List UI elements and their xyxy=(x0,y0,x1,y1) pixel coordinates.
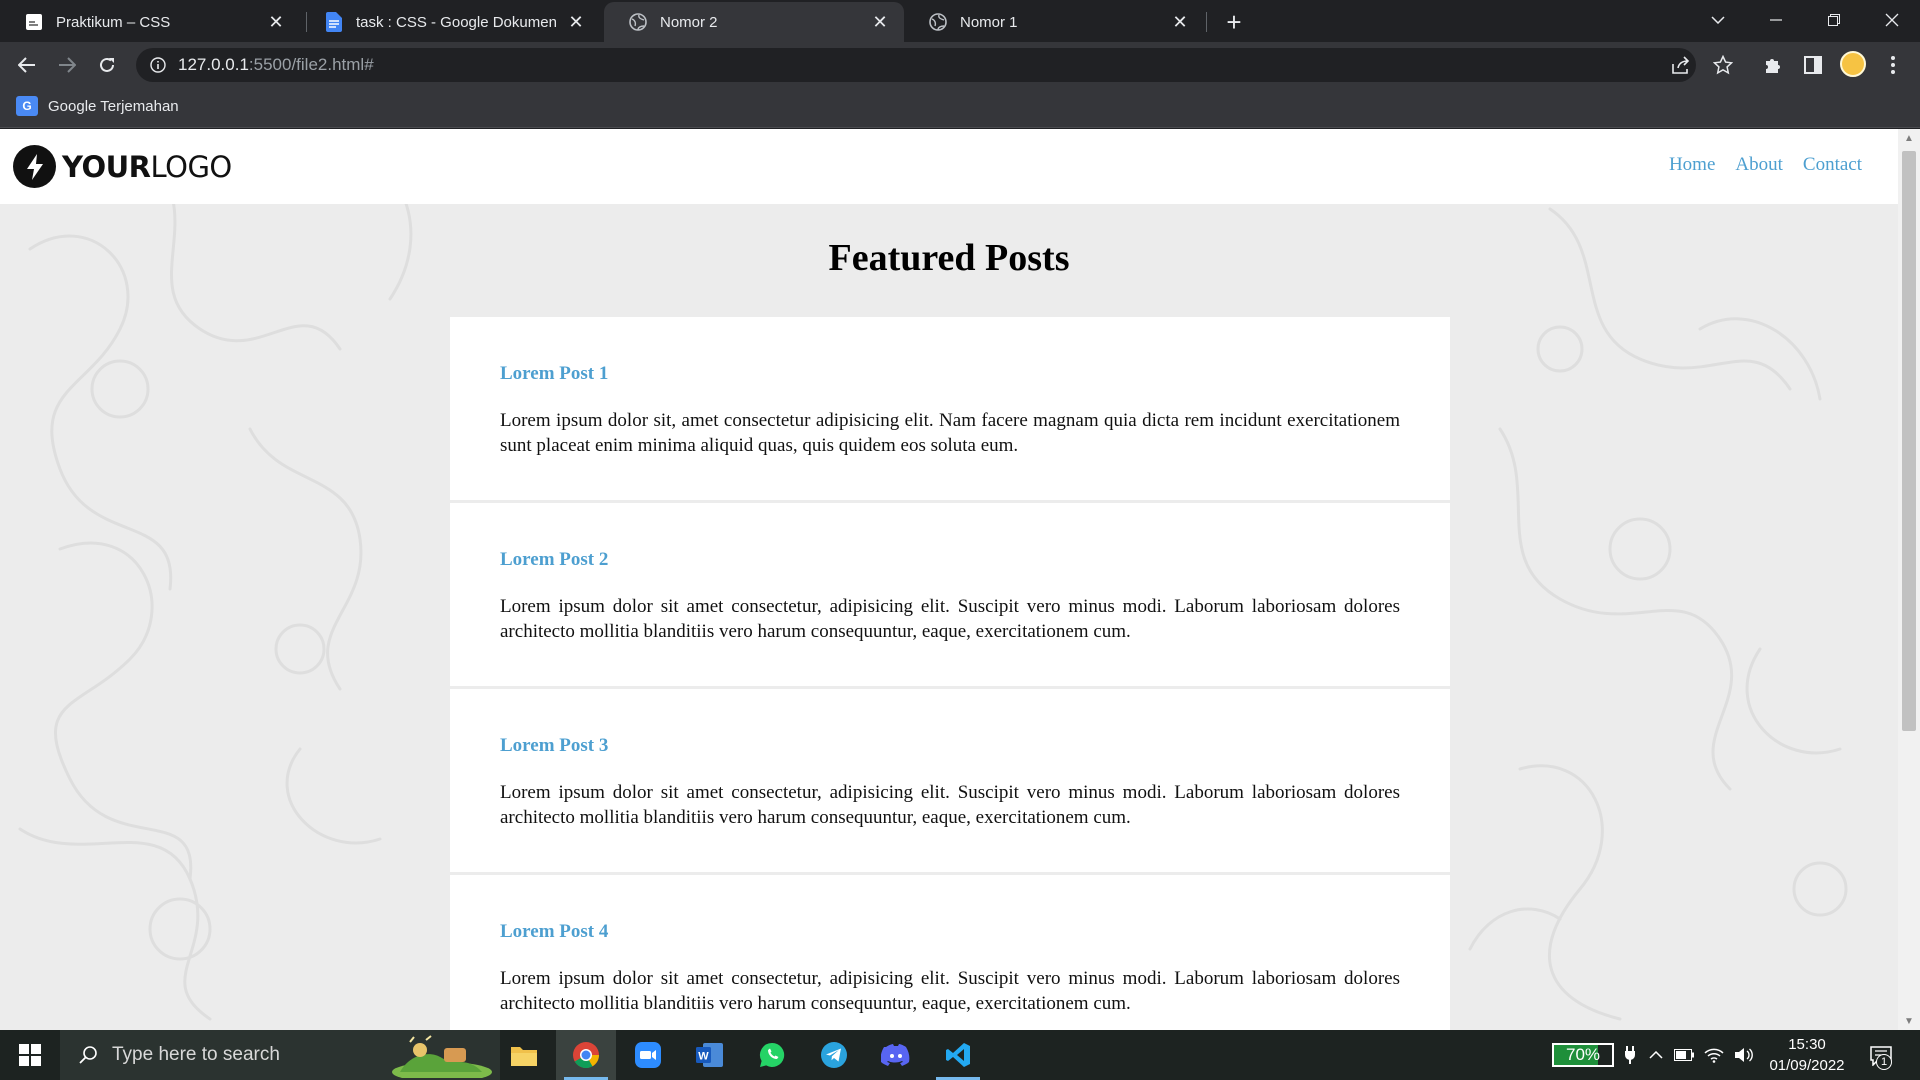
browser-toolbar: 127.0.0.1:5500/file2.html# xyxy=(0,42,1920,88)
close-tab-icon[interactable]: ✕ xyxy=(566,12,586,32)
scroll-down-arrow-icon[interactable]: ▼ xyxy=(1898,1012,1920,1030)
address-bar[interactable]: 127.0.0.1:5500/file2.html# xyxy=(136,48,1696,82)
tab-praktikum-css[interactable]: Praktikum – CSS ✕ xyxy=(0,2,300,42)
post-list: Lorem Post 1 Lorem ipsum dolor sit, amet… xyxy=(450,317,1450,1030)
extensions-puzzle-icon[interactable] xyxy=(1760,52,1786,78)
share-icon[interactable] xyxy=(1668,52,1694,78)
new-tab-button[interactable]: + xyxy=(1220,7,1248,37)
clock-time: 15:30 xyxy=(1788,1036,1826,1053)
google-docs-icon xyxy=(324,12,344,32)
close-window-button[interactable] xyxy=(1864,0,1920,40)
nav-link-about[interactable]: About xyxy=(1735,154,1783,176)
taskbar-clock[interactable]: 15:30 01/09/2022 xyxy=(1760,1034,1854,1076)
chevron-up-icon[interactable] xyxy=(1644,1043,1668,1067)
bookmark-google-translate[interactable]: G Google Terjemahan xyxy=(16,96,179,116)
forward-arrow-icon[interactable] xyxy=(52,50,82,80)
windows-start-icon[interactable] xyxy=(0,1030,60,1080)
taskbar-search-box[interactable]: Type here to search xyxy=(60,1030,500,1080)
battery-percent: 70% xyxy=(1565,1045,1601,1064)
lightning-bolt-icon xyxy=(13,145,56,188)
battery-indicator[interactable]: 70% xyxy=(1552,1043,1614,1067)
post-title[interactable]: Lorem Post 1 xyxy=(500,363,1400,385)
tab-title: Nomor 1 xyxy=(960,13,1018,31)
nav-link-contact[interactable]: Contact xyxy=(1803,154,1862,176)
site-header: YOURLOGO Home About Contact xyxy=(0,129,1898,204)
wifi-icon[interactable] xyxy=(1702,1043,1726,1067)
browser-tab-strip: Praktikum – CSS ✕ task : CSS - Google Do… xyxy=(0,0,1920,42)
globe-icon xyxy=(628,12,648,32)
search-placeholder: Type here to search xyxy=(112,1044,280,1065)
minimize-button[interactable] xyxy=(1748,0,1804,40)
discord-icon[interactable] xyxy=(866,1030,926,1080)
site-logo[interactable]: YOURLOGO xyxy=(13,145,232,188)
close-tab-icon[interactable]: ✕ xyxy=(870,12,890,32)
url-path: :5500/file2.html# xyxy=(248,55,374,74)
tab-search-chevron-icon[interactable] xyxy=(1690,0,1746,40)
power-plug-icon[interactable] xyxy=(1618,1043,1642,1067)
tab-nomor-2[interactable]: Nomor 2 ✕ xyxy=(604,2,904,42)
url-host: 127.0.0.1 xyxy=(178,55,249,74)
windows-taskbar: Type here to search W 70% 15:30 01/09/20… xyxy=(0,1030,1920,1080)
tab-google-docs[interactable]: task : CSS - Google Dokumen ✕ xyxy=(300,2,600,42)
close-tab-icon[interactable]: ✕ xyxy=(1170,12,1190,32)
clock-date: 01/09/2022 xyxy=(1769,1057,1845,1074)
bookmark-star-icon[interactable] xyxy=(1710,52,1736,78)
scroll-up-arrow-icon[interactable]: ▲ xyxy=(1898,129,1920,147)
page-scrollbar[interactable]: ▲ ▼ xyxy=(1898,129,1920,1030)
post-body: Lorem ipsum dolor sit, amet consectetur … xyxy=(500,410,1400,456)
battery-tray-icon[interactable] xyxy=(1672,1043,1696,1067)
tab-title: task : CSS - Google Dokumen xyxy=(356,13,557,31)
zoom-icon[interactable] xyxy=(618,1030,678,1080)
telegram-icon[interactable] xyxy=(804,1030,864,1080)
google-translate-icon: G xyxy=(16,96,38,116)
logo-text-light: LOGO xyxy=(150,149,233,184)
tab-title: Nomor 2 xyxy=(660,13,718,31)
site-nav: Home About Contact xyxy=(1649,154,1862,176)
side-panel-icon[interactable] xyxy=(1800,52,1826,78)
page-icon xyxy=(24,12,44,32)
tab-title: Praktikum – CSS xyxy=(56,13,171,31)
file-explorer-icon[interactable] xyxy=(494,1030,554,1080)
bookmark-label: Google Terjemahan xyxy=(48,97,179,115)
more-menu-icon[interactable] xyxy=(1880,52,1906,78)
scrollbar-thumb[interactable] xyxy=(1902,151,1916,731)
reload-icon[interactable] xyxy=(92,50,122,80)
chrome-icon[interactable] xyxy=(556,1030,616,1080)
word-icon[interactable]: W xyxy=(680,1030,740,1080)
url-text: 127.0.0.1:5500/file2.html# xyxy=(178,55,374,75)
volume-icon[interactable] xyxy=(1732,1043,1756,1067)
globe-icon xyxy=(928,12,948,32)
profile-avatar[interactable] xyxy=(1840,51,1866,77)
post-card: Lorem Post 2 Lorem ipsum dolor sit amet … xyxy=(450,503,1450,686)
whatsapp-icon[interactable] xyxy=(742,1030,802,1080)
post-title[interactable]: Lorem Post 3 xyxy=(500,735,1400,757)
post-body: Lorem ipsum dolor sit amet consectetur, … xyxy=(500,968,1400,1014)
post-card: Lorem Post 1 Lorem ipsum dolor sit, amet… xyxy=(450,317,1450,500)
logo-text: YOURLOGO xyxy=(62,150,232,184)
back-arrow-icon[interactable] xyxy=(12,50,42,80)
post-title[interactable]: Lorem Post 2 xyxy=(500,549,1400,571)
vscode-icon[interactable] xyxy=(928,1030,988,1080)
post-body: Lorem ipsum dolor sit amet consectetur, … xyxy=(500,596,1400,642)
post-card: Lorem Post 3 Lorem ipsum dolor sit amet … xyxy=(450,689,1450,872)
tab-nomor-1[interactable]: Nomor 1 ✕ xyxy=(904,2,1204,42)
restore-button[interactable] xyxy=(1806,0,1862,40)
page-title: Featured Posts xyxy=(828,237,1070,279)
page-viewport: YOURLOGO Home About Contact Featured Pos… xyxy=(0,129,1898,1030)
post-card: Lorem Post 4 Lorem ipsum dolor sit amet … xyxy=(450,875,1450,1030)
logo-text-bold: YOUR xyxy=(62,149,151,184)
notification-count-badge: 1 xyxy=(1876,1054,1892,1070)
post-body: Lorem ipsum dolor sit amet consectetur, … xyxy=(500,782,1400,828)
close-tab-icon[interactable]: ✕ xyxy=(266,12,286,32)
site-info-icon[interactable] xyxy=(148,55,168,75)
search-highlight-illustration xyxy=(392,1035,492,1078)
tab-separator xyxy=(1206,12,1207,32)
bookmarks-bar: G Google Terjemahan xyxy=(0,88,1920,128)
nav-link-home[interactable]: Home xyxy=(1669,154,1715,176)
search-icon xyxy=(76,1043,100,1067)
svg-text:W: W xyxy=(698,1051,709,1063)
post-title[interactable]: Lorem Post 4 xyxy=(500,921,1400,943)
